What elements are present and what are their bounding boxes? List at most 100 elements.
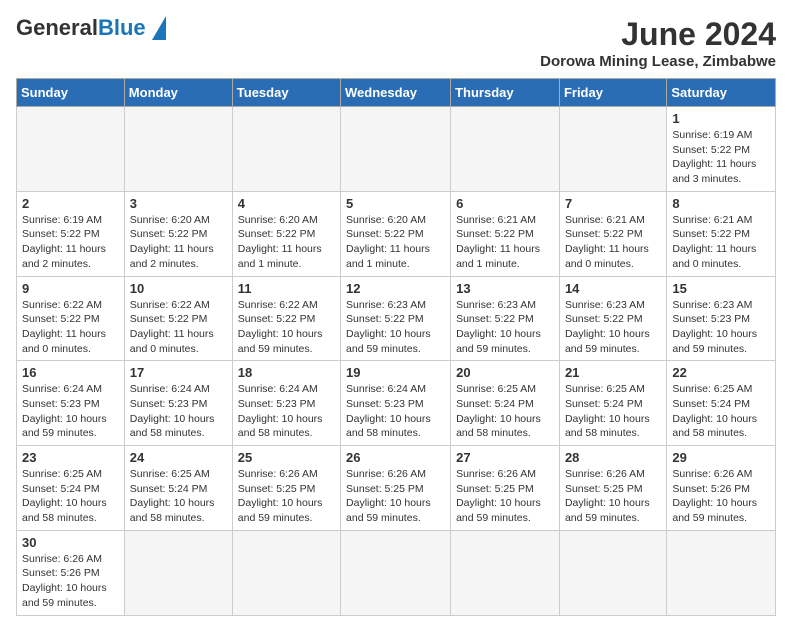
calendar-day-cell: 9 Sunrise: 6:22 AM Sunset: 5:22 PM Daylig… (17, 276, 125, 361)
month-year-title: June 2024 (540, 16, 776, 53)
calendar-day-cell: 25Sunrise: 6:26 AM Sunset: 5:25 PM Dayli… (232, 446, 340, 531)
calendar-week-row: 1 Sunrise: 6:19 AM Sunset: 5:22 PM Daylig… (17, 107, 776, 192)
col-wednesday: Wednesday (341, 79, 451, 107)
calendar-day-cell: 13 Sunrise: 6:23 AM Sunset: 5:22 PM Dayli… (451, 276, 560, 361)
day-number: 6 (456, 196, 554, 211)
calendar-header-row: Sunday Monday Tuesday Wednesday Thursday… (17, 79, 776, 107)
calendar-day-cell (124, 107, 232, 192)
calendar-day-cell (451, 530, 560, 615)
calendar-day-cell: 2 Sunrise: 6:19 AM Sunset: 5:22 PM Daylig… (17, 191, 125, 276)
day-info: Sunrise: 6:26 AM Sunset: 5:25 PM Dayligh… (565, 467, 661, 526)
day-info: Sunrise: 6:23 AM Sunset: 5:22 PM Dayligh… (565, 298, 661, 357)
calendar-day-cell (341, 530, 451, 615)
day-info: Sunrise: 6:26 AM Sunset: 5:26 PM Dayligh… (672, 467, 770, 526)
calendar-week-row: 23 Sunrise: 6:25 AM Sunset: 5:24 PM Dayli… (17, 446, 776, 531)
day-number: 8 (672, 196, 770, 211)
day-info: Sunrise: 6:24 AM Sunset: 5:23 PM Dayligh… (346, 382, 445, 441)
calendar-day-cell: 6 Sunrise: 6:21 AM Sunset: 5:22 PM Daylig… (451, 191, 560, 276)
day-number: 26 (346, 450, 445, 465)
day-info: Sunrise: 6:19 AM Sunset: 5:22 PM Dayligh… (22, 213, 119, 272)
calendar-day-cell: 29 Sunrise: 6:26 AM Sunset: 5:26 PM Dayli… (667, 446, 776, 531)
calendar-day-cell: 12 Sunrise: 6:23 AM Sunset: 5:22 PM Dayli… (341, 276, 451, 361)
day-number: 28 (565, 450, 661, 465)
location-subtitle: Dorowa Mining Lease, Zimbabwe (540, 53, 776, 70)
logo: GeneralBlue (16, 16, 166, 40)
calendar-day-cell: 8 Sunrise: 6:21 AM Sunset: 5:22 PM Daylig… (667, 191, 776, 276)
col-thursday: Thursday (451, 79, 560, 107)
calendar-day-cell: 23 Sunrise: 6:25 AM Sunset: 5:24 PM Dayli… (17, 446, 125, 531)
day-info: Sunrise: 6:23 AM Sunset: 5:22 PM Dayligh… (456, 298, 554, 357)
calendar-day-cell: 5Sunrise: 6:20 AM Sunset: 5:22 PM Daylig… (341, 191, 451, 276)
day-number: 18 (238, 365, 335, 380)
col-sunday: Sunday (17, 79, 125, 107)
day-number: 19 (346, 365, 445, 380)
day-info: Sunrise: 6:26 AM Sunset: 5:25 PM Dayligh… (456, 467, 554, 526)
day-number: 1 (672, 111, 770, 126)
col-friday: Friday (559, 79, 666, 107)
calendar-week-row: 16 Sunrise: 6:24 AM Sunset: 5:23 PM Dayli… (17, 361, 776, 446)
day-number: 15 (672, 281, 770, 296)
day-number: 24 (130, 450, 227, 465)
day-number: 4 (238, 196, 335, 211)
calendar-day-cell: 11Sunrise: 6:22 AM Sunset: 5:22 PM Dayli… (232, 276, 340, 361)
calendar-day-cell: 7 Sunrise: 6:21 AM Sunset: 5:22 PM Daylig… (559, 191, 666, 276)
calendar-week-row: 2 Sunrise: 6:19 AM Sunset: 5:22 PM Daylig… (17, 191, 776, 276)
calendar-day-cell (232, 107, 340, 192)
day-number: 13 (456, 281, 554, 296)
day-number: 29 (672, 450, 770, 465)
day-number: 14 (565, 281, 661, 296)
calendar-day-cell (559, 107, 666, 192)
day-number: 23 (22, 450, 119, 465)
day-info: Sunrise: 6:23 AM Sunset: 5:23 PM Dayligh… (672, 298, 770, 357)
day-number: 27 (456, 450, 554, 465)
day-number: 22 (672, 365, 770, 380)
calendar-week-row: 9 Sunrise: 6:22 AM Sunset: 5:22 PM Daylig… (17, 276, 776, 361)
day-number: 17 (130, 365, 227, 380)
day-info: Sunrise: 6:24 AM Sunset: 5:23 PM Dayligh… (238, 382, 335, 441)
day-number: 7 (565, 196, 661, 211)
day-info: Sunrise: 6:25 AM Sunset: 5:24 PM Dayligh… (565, 382, 661, 441)
day-info: Sunrise: 6:21 AM Sunset: 5:22 PM Dayligh… (565, 213, 661, 272)
day-info: Sunrise: 6:26 AM Sunset: 5:26 PM Dayligh… (22, 552, 119, 611)
day-number: 2 (22, 196, 119, 211)
day-number: 12 (346, 281, 445, 296)
calendar-day-cell (559, 530, 666, 615)
calendar-day-cell: 1 Sunrise: 6:19 AM Sunset: 5:22 PM Daylig… (667, 107, 776, 192)
day-number: 9 (22, 281, 119, 296)
day-info: Sunrise: 6:25 AM Sunset: 5:24 PM Dayligh… (22, 467, 119, 526)
calendar-day-cell: 15 Sunrise: 6:23 AM Sunset: 5:23 PM Dayli… (667, 276, 776, 361)
day-number: 20 (456, 365, 554, 380)
calendar-day-cell (17, 107, 125, 192)
day-info: Sunrise: 6:22 AM Sunset: 5:22 PM Dayligh… (22, 298, 119, 357)
calendar-day-cell (667, 530, 776, 615)
calendar-day-cell: 3Sunrise: 6:20 AM Sunset: 5:22 PM Daylig… (124, 191, 232, 276)
col-saturday: Saturday (667, 79, 776, 107)
col-monday: Monday (124, 79, 232, 107)
calendar-week-row: 30Sunrise: 6:26 AM Sunset: 5:26 PM Dayli… (17, 530, 776, 615)
calendar-day-cell: 20 Sunrise: 6:25 AM Sunset: 5:24 PM Dayli… (451, 361, 560, 446)
day-info: Sunrise: 6:19 AM Sunset: 5:22 PM Dayligh… (672, 128, 770, 187)
calendar-day-cell: 27 Sunrise: 6:26 AM Sunset: 5:25 PM Dayli… (451, 446, 560, 531)
day-number: 21 (565, 365, 661, 380)
day-number: 16 (22, 365, 119, 380)
day-info: Sunrise: 6:23 AM Sunset: 5:22 PM Dayligh… (346, 298, 445, 357)
day-number: 3 (130, 196, 227, 211)
calendar-day-cell: 19 Sunrise: 6:24 AM Sunset: 5:23 PM Dayli… (341, 361, 451, 446)
calendar-day-cell: 17 Sunrise: 6:24 AM Sunset: 5:23 PM Dayli… (124, 361, 232, 446)
day-info: Sunrise: 6:24 AM Sunset: 5:23 PM Dayligh… (130, 382, 227, 441)
day-info: Sunrise: 6:20 AM Sunset: 5:22 PM Dayligh… (346, 213, 445, 272)
day-info: Sunrise: 6:22 AM Sunset: 5:22 PM Dayligh… (238, 298, 335, 357)
calendar-day-cell: 4Sunrise: 6:20 AM Sunset: 5:22 PM Daylig… (232, 191, 340, 276)
calendar-table: Sunday Monday Tuesday Wednesday Thursday… (16, 78, 776, 616)
calendar-day-cell: 22Sunrise: 6:25 AM Sunset: 5:24 PM Dayli… (667, 361, 776, 446)
calendar-day-cell: 21 Sunrise: 6:25 AM Sunset: 5:24 PM Dayli… (559, 361, 666, 446)
col-tuesday: Tuesday (232, 79, 340, 107)
calendar-day-cell: 18 Sunrise: 6:24 AM Sunset: 5:23 PM Dayli… (232, 361, 340, 446)
day-info: Sunrise: 6:25 AM Sunset: 5:24 PM Dayligh… (456, 382, 554, 441)
day-number: 25 (238, 450, 335, 465)
day-info: Sunrise: 6:26 AM Sunset: 5:25 PM Dayligh… (346, 467, 445, 526)
logo-text: GeneralBlue (16, 17, 146, 40)
day-info: Sunrise: 6:21 AM Sunset: 5:22 PM Dayligh… (456, 213, 554, 272)
day-info: Sunrise: 6:21 AM Sunset: 5:22 PM Dayligh… (672, 213, 770, 272)
day-info: Sunrise: 6:24 AM Sunset: 5:23 PM Dayligh… (22, 382, 119, 441)
